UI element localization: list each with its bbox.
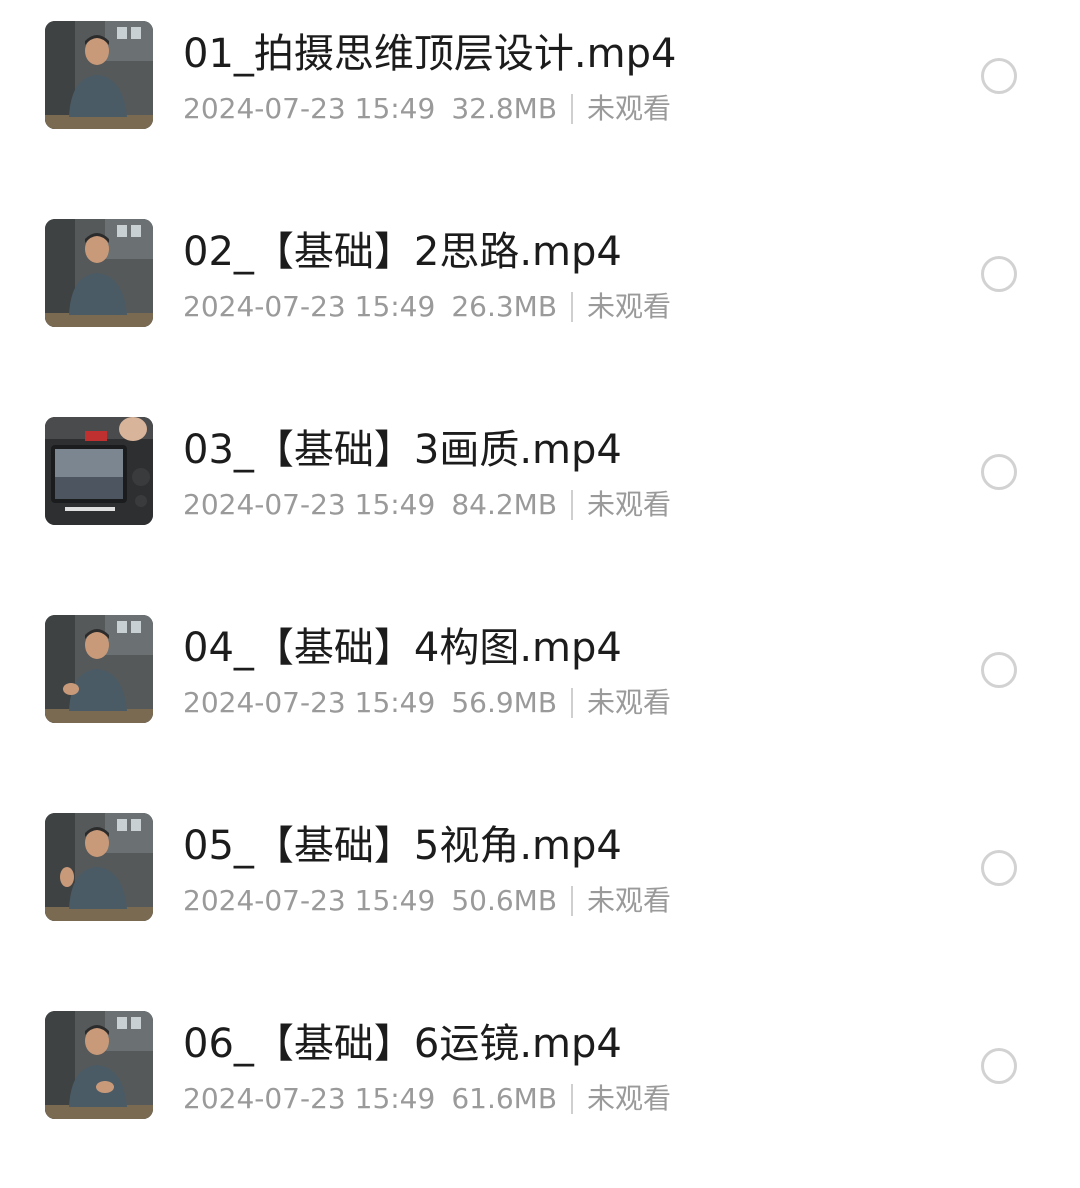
file-datetime: 2024-07-23 15:49	[183, 884, 436, 917]
list-item[interactable]: 05_【基础】5视角.mp4 2024-07-23 15:49 50.6MB 未…	[0, 792, 1080, 990]
list-item[interactable]: 01_拍摄思维顶层设计.mp4 2024-07-23 15:49 32.8MB …	[0, 0, 1080, 198]
select-radio-button[interactable]	[981, 256, 1017, 292]
video-thumbnail	[45, 219, 153, 327]
file-size: 50.6MB	[451, 884, 558, 917]
select-radio-button[interactable]	[981, 850, 1017, 886]
divider	[571, 1084, 574, 1114]
file-datetime: 2024-07-23 15:49	[183, 686, 436, 719]
file-name: 01_拍摄思维顶层设计.mp4	[183, 31, 677, 77]
select-radio-button[interactable]	[981, 652, 1017, 688]
select-radio-button[interactable]	[981, 1048, 1017, 1084]
file-meta: 2024-07-23 15:49 61.6MB 未观看	[183, 1080, 671, 1118]
file-name: 04_【基础】4构图.mp4	[183, 625, 622, 671]
list-item[interactable]: 04_【基础】4构图.mp4 2024-07-23 15:49 56.9MB 未…	[0, 594, 1080, 792]
file-name: 02_【基础】2思路.mp4	[183, 229, 622, 275]
file-meta: 2024-07-23 15:49 32.8MB 未观看	[183, 90, 671, 128]
select-radio-button[interactable]	[981, 454, 1017, 490]
file-size: 84.2MB	[451, 488, 558, 521]
divider	[571, 886, 574, 916]
file-meta: 2024-07-23 15:49 50.6MB 未观看	[183, 882, 671, 920]
file-name: 05_【基础】5视角.mp4	[183, 823, 622, 869]
file-datetime: 2024-07-23 15:49	[183, 1082, 436, 1115]
divider	[571, 94, 574, 124]
watch-status: 未观看	[587, 1082, 672, 1115]
divider	[571, 292, 574, 322]
video-file-list: 01_拍摄思维顶层设计.mp4 2024-07-23 15:49 32.8MB …	[0, 0, 1080, 1160]
file-size: 26.3MB	[451, 290, 558, 323]
person-presenter-icon	[45, 615, 153, 723]
file-size: 32.8MB	[451, 92, 558, 125]
file-datetime: 2024-07-23 15:49	[183, 488, 436, 521]
list-item[interactable]: 06_【基础】6运镜.mp4 2024-07-23 15:49 61.6MB 未…	[0, 990, 1080, 1188]
person-presenter-icon	[45, 813, 153, 921]
list-item[interactable]: 02_【基础】2思路.mp4 2024-07-23 15:49 26.3MB 未…	[0, 198, 1080, 396]
camera-screen-icon	[45, 417, 153, 525]
file-name: 06_【基础】6运镜.mp4	[183, 1021, 622, 1067]
file-size: 56.9MB	[451, 686, 558, 719]
file-meta: 2024-07-23 15:49 56.9MB 未观看	[183, 684, 671, 722]
person-presenter-icon	[45, 21, 153, 129]
person-presenter-icon	[45, 1011, 153, 1119]
video-thumbnail	[45, 1011, 153, 1119]
file-meta: 2024-07-23 15:49 26.3MB 未观看	[183, 288, 671, 326]
video-thumbnail	[45, 813, 153, 921]
select-radio-button[interactable]	[981, 58, 1017, 94]
video-thumbnail	[45, 21, 153, 129]
video-thumbnail	[45, 615, 153, 723]
watch-status: 未观看	[587, 884, 672, 917]
watch-status: 未观看	[587, 92, 672, 125]
video-thumbnail	[45, 417, 153, 525]
watch-status: 未观看	[587, 488, 672, 521]
divider	[571, 688, 574, 718]
file-datetime: 2024-07-23 15:49	[183, 290, 436, 323]
watch-status: 未观看	[587, 290, 672, 323]
file-datetime: 2024-07-23 15:49	[183, 92, 436, 125]
file-meta: 2024-07-23 15:49 84.2MB 未观看	[183, 486, 671, 524]
list-item[interactable]: 03_【基础】3画质.mp4 2024-07-23 15:49 84.2MB 未…	[0, 396, 1080, 594]
divider	[571, 490, 574, 520]
person-presenter-icon	[45, 219, 153, 327]
file-size: 61.6MB	[451, 1082, 558, 1115]
file-name: 03_【基础】3画质.mp4	[183, 427, 622, 473]
watch-status: 未观看	[587, 686, 672, 719]
